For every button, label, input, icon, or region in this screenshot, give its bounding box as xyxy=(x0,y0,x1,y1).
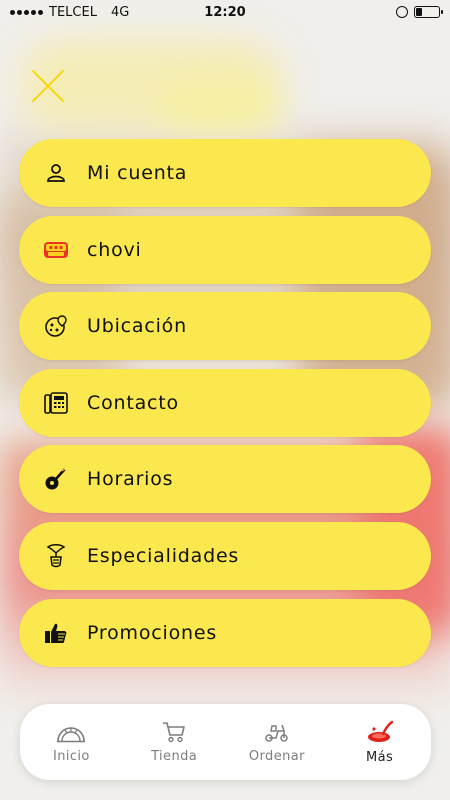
pizza-location-icon xyxy=(43,313,69,339)
menu-item-especialidades[interactable]: Especialidades xyxy=(19,521,431,590)
tab-inicio[interactable]: Inicio xyxy=(26,721,116,764)
tab-mas[interactable]: Más xyxy=(335,720,425,765)
cart-icon xyxy=(163,721,185,742)
battery-icon xyxy=(414,6,443,18)
menu-item-label: Especialidades xyxy=(87,544,240,567)
alarm-icon xyxy=(396,6,408,18)
brand-logo-icon xyxy=(43,237,69,263)
menu-item-label: Mi cuenta xyxy=(87,162,188,184)
scooter-icon xyxy=(265,724,288,742)
tab-ordenar[interactable]: Ordenar xyxy=(232,721,322,764)
signal-icon xyxy=(10,9,43,15)
oven-icon xyxy=(57,726,86,742)
menu-item-label: Horarios xyxy=(87,468,174,491)
menu-item-promociones[interactable]: Promociones xyxy=(19,598,431,667)
sauce-ladle-icon xyxy=(367,720,393,742)
pizza-cutter-icon xyxy=(43,466,69,492)
carrier-name: TELCEL xyxy=(49,4,97,20)
close-icon[interactable] xyxy=(30,68,66,104)
thumbs-up-icon xyxy=(43,620,69,646)
tab-label: Tienda xyxy=(151,748,198,764)
side-menu: Mi cuenta chovi Ubicación Contacto Horar… xyxy=(19,139,431,675)
menu-item-label: chovi xyxy=(87,238,142,261)
phone-icon xyxy=(43,390,69,416)
user-icon xyxy=(43,160,69,186)
menu-item-ubicacion[interactable]: Ubicación xyxy=(19,292,431,361)
menu-item-contacto[interactable]: Contacto xyxy=(19,368,431,437)
tab-tienda[interactable]: Tienda xyxy=(129,721,219,764)
clock: 12:20 xyxy=(204,4,246,20)
tab-label: Ordenar xyxy=(248,748,305,764)
tab-label: Inicio xyxy=(52,748,90,764)
menu-item-mi-cuenta[interactable]: Mi cuenta xyxy=(19,139,431,207)
tab-label: Más xyxy=(366,749,394,765)
menu-item-chovi[interactable]: chovi xyxy=(19,215,431,284)
network-type: 4G xyxy=(110,4,130,20)
status-bar: TELCEL 4G 12:20 xyxy=(0,0,450,24)
menu-item-label: Ubicación xyxy=(87,315,187,338)
menu-item-horarios[interactable]: Horarios xyxy=(19,445,431,514)
hand-pizza-icon xyxy=(43,543,69,569)
menu-item-label: Promociones xyxy=(87,621,218,644)
menu-item-label: Contacto xyxy=(87,391,179,414)
bottom-tab-bar: Inicio Tienda Ordenar Más xyxy=(20,704,431,780)
